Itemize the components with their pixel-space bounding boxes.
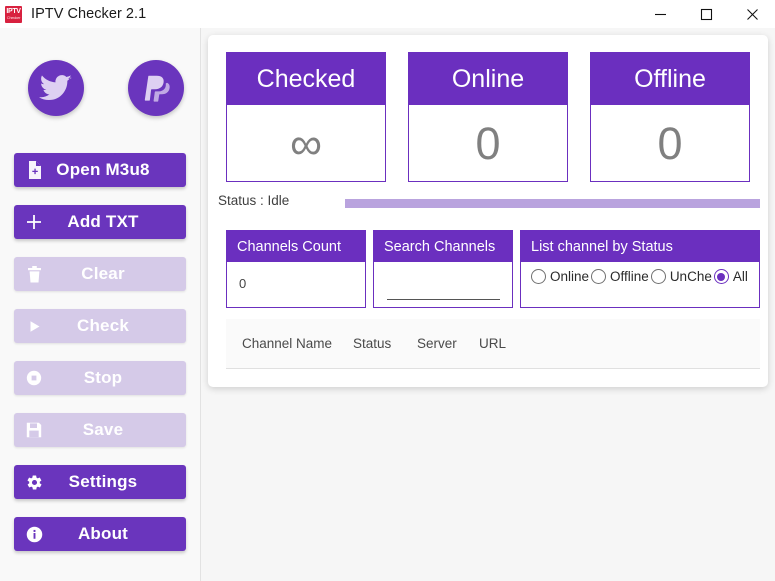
maximize-icon [700,8,712,20]
stat-card-offline-title: Offline [591,53,749,105]
settings-button[interactable]: Settings [14,465,186,499]
file-add-icon [14,161,54,179]
clear-button[interactable]: Clear [14,257,186,291]
check-button[interactable]: Check [14,309,186,343]
open-m3u8-label: Open M3u8 [56,160,150,179]
search-channels-title: Search Channels [374,231,512,262]
twitter-button[interactable] [28,60,84,116]
title-bar: IPTV Checker IPTV Checker 2.1 [0,0,775,28]
stat-card-online-title: Online [409,53,567,105]
app-icon-line1: IPTV [6,8,21,15]
radio-online[interactable]: Online [531,269,589,284]
list-by-status-title: List channel by Status [521,231,759,262]
paypal-icon [144,75,170,102]
app-icon-line2: Checker [6,15,21,20]
paypal-button[interactable] [128,60,184,116]
channels-table: Channel Name Status Server URL [226,319,760,369]
settings-label: Settings [68,472,138,491]
column-header-channel-name[interactable]: Channel Name [242,336,353,351]
radio-unchecked-label: UnChe [669,269,712,284]
stat-card-online-value: 0 [475,118,501,169]
window-title: IPTV Checker 2.1 [31,6,147,22]
maximize-button[interactable] [683,0,729,28]
add-txt-button[interactable]: Add TXT [14,205,186,239]
about-label: About [77,524,129,543]
stat-card-online: Online 0 [408,52,568,182]
close-button[interactable] [729,0,775,28]
stat-card-checked: Checked ∞ [226,52,386,182]
channels-count-title: Channels Count [227,231,365,262]
column-header-url[interactable]: URL [479,336,539,351]
list-by-status-group: List channel by Status Online Offline Un… [520,230,760,308]
clear-label: Clear [81,264,125,283]
search-channels-group: Search Channels [373,230,513,308]
stat-card-offline: Offline 0 [590,52,750,182]
status-radio-group: Online Offline UnChe All [531,269,748,284]
main-panel: Checked ∞ Online 0 Offline 0 Status : Id… [208,35,768,387]
radio-offline[interactable]: Offline [591,269,649,284]
stat-card-offline-value: 0 [657,118,683,169]
sidebar: Open M3u8 Add TXT Clear Check Stop Save … [0,28,201,581]
radio-all-label: All [732,269,748,284]
save-label: Save [82,420,124,439]
table-header-row: Channel Name Status Server URL [226,319,760,367]
radio-all-dot [713,269,729,284]
gear-icon [14,474,54,491]
about-button[interactable]: About [14,517,186,551]
progress-bar [345,199,760,208]
stop-icon [14,370,54,386]
stat-card-checked-title: Checked [227,53,385,105]
search-channels-input[interactable] [387,283,500,300]
check-label: Check [76,316,130,335]
column-header-status[interactable]: Status [353,336,417,351]
play-icon [14,319,54,334]
column-header-server[interactable]: Server [417,336,479,351]
minimize-icon [654,13,666,15]
radio-unchecked[interactable]: UnChe [650,269,712,284]
channels-count-value: 0 [239,276,247,291]
status-label: Status : Idle [218,193,290,208]
save-icon [14,422,54,438]
info-icon [14,526,54,543]
plus-icon [14,214,54,230]
open-m3u8-button[interactable]: Open M3u8 [14,153,186,187]
minimize-button[interactable] [637,0,683,28]
progress-bar-fill [345,199,760,208]
radio-all[interactable]: All [713,269,748,284]
radio-offline-dot [591,269,607,284]
trash-icon [14,265,54,283]
radio-offline-label: Offline [610,269,649,284]
close-icon [746,8,758,20]
channels-count-group: Channels Count 0 [226,230,366,308]
stop-button[interactable]: Stop [14,361,186,395]
stat-card-checked-value: ∞ [289,118,323,169]
stop-label: Stop [83,368,123,387]
radio-unchecked-dot [650,269,666,284]
twitter-icon [39,75,72,101]
app-body: Open M3u8 Add TXT Clear Check Stop Save … [0,28,775,581]
social-links [0,28,200,126]
add-txt-label: Add TXT [67,212,139,231]
app-icon: IPTV Checker [5,5,22,23]
radio-online-dot [531,269,546,284]
save-button[interactable]: Save [14,413,186,447]
radio-online-label: Online [550,269,590,284]
